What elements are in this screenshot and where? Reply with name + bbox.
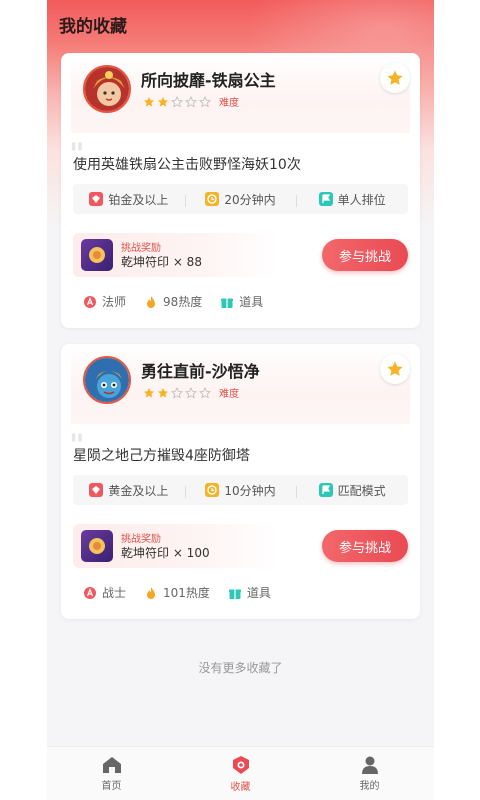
tag-label: 铂金及以上 bbox=[108, 192, 169, 207]
challenge-description: 使用英雄铁扇公主击败野怪海妖10次 bbox=[73, 157, 301, 173]
star-icon bbox=[199, 384, 211, 403]
bottom-tabbar: 首页 收藏 我的 bbox=[47, 746, 434, 800]
join-challenge-button[interactable]: 参与挑战 bbox=[322, 239, 408, 271]
tab-profile[interactable]: 我的 bbox=[305, 747, 434, 800]
requirement-tags: 铂金及以上 20分钟内 单人排位 bbox=[73, 184, 408, 214]
fire-icon bbox=[144, 295, 158, 309]
meta-item: 道具 bbox=[228, 584, 271, 601]
reward-box: 挑战奖励 乾坤符印 × 100 bbox=[73, 524, 279, 568]
reward-value: 乾坤符印 × 88 bbox=[121, 255, 202, 269]
reward-box: 挑战奖励 乾坤符印 × 88 bbox=[73, 233, 279, 277]
card-header: 所向披靡-铁扇公主 难度 bbox=[71, 53, 410, 133]
flag-icon bbox=[318, 483, 333, 497]
star-icon bbox=[157, 384, 169, 403]
challenge-card[interactable]: 所向披靡-铁扇公主 难度 " 使用英雄铁扇公主击败野怪海妖10次 铂金及以上 20… bbox=[61, 53, 420, 328]
app-screen: 我的收藏 所向披靡-铁扇公主 难度 " 使用英雄铁扇公主击败野怪海妖10次 铂金… bbox=[47, 0, 434, 800]
requirement-tag: 黄金及以上 bbox=[73, 482, 185, 499]
join-challenge-button[interactable]: 参与挑战 bbox=[322, 530, 408, 562]
tag-label: 20分钟内 bbox=[224, 192, 276, 207]
tag-label: 匹配模式 bbox=[337, 483, 386, 498]
favorite-star-button[interactable] bbox=[380, 63, 410, 93]
requirement-tags: 黄金及以上 10分钟内 匹配模式 bbox=[73, 475, 408, 505]
reward-item-image bbox=[81, 530, 113, 562]
requirement-tag: 10分钟内 bbox=[184, 482, 297, 499]
requirement-tag: 单人排位 bbox=[296, 191, 408, 208]
star-icon bbox=[387, 361, 403, 376]
star-icon bbox=[143, 384, 155, 403]
meta-item: 道具 bbox=[220, 293, 263, 310]
flag-icon bbox=[318, 192, 333, 206]
requirement-tag: 匹配模式 bbox=[296, 482, 408, 499]
star-icon bbox=[143, 93, 155, 112]
role-icon bbox=[83, 295, 97, 309]
difficulty-rating bbox=[143, 93, 211, 112]
rank-icon bbox=[89, 192, 104, 206]
challenge-description: 星陨之地己方摧毁4座防御塔 bbox=[73, 448, 250, 464]
rank-icon bbox=[89, 483, 104, 497]
tab-label: 首页 bbox=[101, 780, 122, 792]
card-header: 勇往直前-沙悟净 难度 bbox=[71, 344, 410, 424]
profile-icon bbox=[361, 756, 378, 774]
meta-label: 法师 bbox=[102, 295, 127, 309]
gift-icon bbox=[220, 295, 234, 309]
reward-value: 乾坤符印 × 100 bbox=[121, 546, 210, 560]
tab-home[interactable]: 首页 bbox=[47, 747, 176, 800]
card-meta: 法师 98热度 道具 bbox=[83, 293, 263, 310]
reward-label: 挑战奖励 bbox=[121, 534, 161, 545]
tab-label: 我的 bbox=[359, 780, 380, 792]
difficulty-label: 难度 bbox=[219, 98, 239, 109]
requirement-tag: 20分钟内 bbox=[184, 191, 297, 208]
meta-item: 法师 bbox=[83, 293, 126, 310]
star-icon bbox=[185, 384, 197, 403]
home-icon bbox=[102, 756, 121, 773]
favorite-star-button[interactable] bbox=[380, 354, 410, 384]
star-icon bbox=[171, 384, 183, 403]
page-title: 我的收藏 bbox=[59, 17, 127, 37]
clock-icon bbox=[205, 483, 220, 497]
role-icon bbox=[83, 586, 97, 600]
meta-label: 道具 bbox=[239, 295, 264, 309]
difficulty-label: 难度 bbox=[219, 389, 239, 400]
requirement-tag: 铂金及以上 bbox=[73, 191, 185, 208]
tag-label: 10分钟内 bbox=[224, 483, 276, 498]
hero-name: 勇往直前-沙悟净 bbox=[141, 362, 260, 381]
gift-icon bbox=[228, 586, 242, 600]
star-icon bbox=[171, 93, 183, 112]
meta-item: 101热度 bbox=[144, 584, 210, 601]
challenge-card[interactable]: 勇往直前-沙悟净 难度 " 星陨之地己方摧毁4座防御塔 黄金及以上 10分钟内 匹配… bbox=[61, 344, 420, 619]
clock-icon bbox=[205, 192, 220, 206]
hero-name: 所向披靡-铁扇公主 bbox=[141, 71, 276, 90]
favorites-icon bbox=[232, 755, 249, 774]
tag-label: 单人排位 bbox=[337, 192, 386, 207]
meta-label: 道具 bbox=[246, 586, 271, 600]
fire-icon bbox=[144, 586, 158, 600]
meta-label: 战士 bbox=[102, 586, 127, 600]
meta-label: 98热度 bbox=[163, 295, 203, 309]
star-icon bbox=[185, 93, 197, 112]
meta-label: 101热度 bbox=[163, 586, 210, 600]
end-of-list-note: 没有更多收藏了 bbox=[198, 661, 283, 675]
hero-avatar bbox=[83, 356, 131, 404]
star-icon bbox=[199, 93, 211, 112]
meta-item: 战士 bbox=[83, 584, 126, 601]
reward-label: 挑战奖励 bbox=[121, 243, 161, 254]
card-meta: 战士 101热度 道具 bbox=[83, 584, 271, 601]
meta-item: 98热度 bbox=[144, 293, 202, 310]
difficulty-rating bbox=[143, 384, 211, 403]
star-icon bbox=[387, 70, 403, 85]
reward-item-image bbox=[81, 239, 113, 271]
tag-label: 黄金及以上 bbox=[108, 483, 169, 498]
hero-avatar bbox=[83, 65, 131, 113]
tab-label: 收藏 bbox=[230, 781, 251, 793]
tab-favorites[interactable]: 收藏 bbox=[176, 747, 305, 800]
star-icon bbox=[157, 93, 169, 112]
